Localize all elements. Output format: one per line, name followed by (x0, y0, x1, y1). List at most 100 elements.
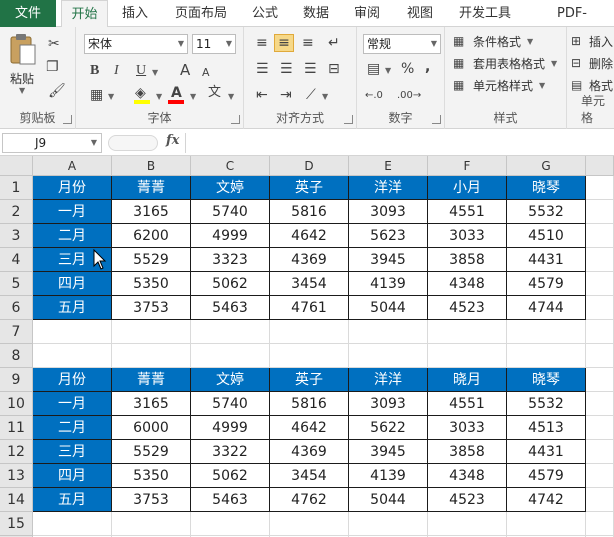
conditional-format-button[interactable]: 条件格式 (473, 33, 521, 50)
table1-value-cell[interactable]: 5350 (112, 272, 191, 296)
column-header-c[interactable]: C (191, 156, 270, 176)
table1-value-cell[interactable]: 6200 (112, 224, 191, 248)
empty-cell[interactable] (191, 512, 270, 536)
empty-cell[interactable] (586, 512, 614, 536)
table1-value-cell[interactable]: 4744 (507, 296, 586, 320)
tab-formulas[interactable]: 公式 (245, 0, 285, 27)
font-launcher-icon[interactable] (231, 115, 240, 124)
table2-month-cell[interactable]: 三月 (33, 440, 112, 464)
align-bottom-icon[interactable]: ≡ (302, 35, 314, 51)
table2-value-cell[interactable]: 5816 (270, 392, 349, 416)
table2-header-cell[interactable]: 晓琴 (507, 368, 586, 392)
table1-value-cell[interactable]: 3165 (112, 200, 191, 224)
empty-cell[interactable] (586, 296, 614, 320)
table1-value-cell[interactable]: 4642 (270, 224, 349, 248)
empty-cell[interactable] (586, 416, 614, 440)
align-center-icon[interactable]: ☰ (280, 61, 293, 77)
empty-cell[interactable] (33, 344, 112, 368)
row-header-14[interactable]: 14 (0, 488, 33, 512)
table1-value-cell[interactable]: 3454 (270, 272, 349, 296)
table2-value-cell[interactable]: 5463 (191, 488, 270, 512)
row-header-11[interactable]: 11 (0, 416, 33, 440)
cell-styles-button[interactable]: 单元格样式 (473, 77, 533, 94)
table1-header-cell[interactable]: 月份 (33, 176, 112, 200)
row-header-7[interactable]: 7 (0, 320, 33, 344)
table2-value-cell[interactable]: 3945 (349, 440, 428, 464)
table1-value-cell[interactable]: 5044 (349, 296, 428, 320)
accounting-icon[interactable]: ▤ (367, 61, 380, 77)
column-header-f[interactable]: F (428, 156, 507, 176)
table2-value-cell[interactable]: 4513 (507, 416, 586, 440)
table1-value-cell[interactable]: 4523 (428, 296, 507, 320)
formula-bar-splitter[interactable] (108, 135, 158, 151)
table2-header-cell[interactable]: 月份 (33, 368, 112, 392)
tab-review[interactable]: 审阅 (347, 0, 387, 27)
align-left-icon[interactable]: ☰ (256, 61, 269, 77)
table1-value-cell[interactable]: 5463 (191, 296, 270, 320)
table1-value-cell[interactable]: 4761 (270, 296, 349, 320)
percent-button[interactable]: % (401, 61, 414, 77)
empty-cell[interactable] (428, 512, 507, 536)
table2-value-cell[interactable]: 5350 (112, 464, 191, 488)
wrap-text-icon[interactable]: ↵ (328, 35, 340, 51)
underline-button[interactable]: U (136, 63, 146, 79)
font-color-button[interactable]: A (168, 85, 186, 105)
table2-value-cell[interactable]: 3033 (428, 416, 507, 440)
table1-value-cell[interactable]: 3858 (428, 248, 507, 272)
row-header-5[interactable]: 5 (0, 272, 33, 296)
number-launcher-icon[interactable] (432, 115, 441, 124)
decrease-indent-icon[interactable]: ⇤ (256, 87, 268, 103)
table2-value-cell[interactable]: 5062 (191, 464, 270, 488)
table1-value-cell[interactable]: 4139 (349, 272, 428, 296)
table1-value-cell[interactable]: 3033 (428, 224, 507, 248)
table2-month-cell[interactable]: 二月 (33, 416, 112, 440)
row-header-3[interactable]: 3 (0, 224, 33, 248)
copy-icon[interactable]: ❐ (46, 59, 59, 75)
empty-cell[interactable] (349, 320, 428, 344)
row-header-9[interactable]: 9 (0, 368, 33, 392)
column-header-b[interactable]: B (112, 156, 191, 176)
phonetic-icon[interactable]: 文 (208, 85, 221, 101)
comma-button[interactable]: , (425, 59, 430, 75)
table2-value-cell[interactable]: 4999 (191, 416, 270, 440)
table2-value-cell[interactable]: 5532 (507, 392, 586, 416)
table1-value-cell[interactable]: 4999 (191, 224, 270, 248)
column-header-a[interactable]: A (33, 156, 112, 176)
row-header-4[interactable]: 4 (0, 248, 33, 272)
merge-center-icon[interactable]: ⊟ (328, 61, 340, 77)
empty-cell[interactable] (586, 464, 614, 488)
table2-value-cell[interactable]: 6000 (112, 416, 191, 440)
empty-cell[interactable] (586, 200, 614, 224)
row-header-8[interactable]: 8 (0, 344, 33, 368)
table2-value-cell[interactable]: 4369 (270, 440, 349, 464)
table1-value-cell[interactable]: 5623 (349, 224, 428, 248)
empty-cell[interactable] (586, 344, 614, 368)
tab-developer[interactable]: 开发工具 (452, 0, 518, 27)
tab-pdf-xchange[interactable]: PDF-XChange (530, 0, 614, 48)
empty-cell[interactable] (586, 392, 614, 416)
row-header-13[interactable]: 13 (0, 464, 33, 488)
align-right-icon[interactable]: ☰ (304, 61, 317, 77)
table2-value-cell[interactable]: 4431 (507, 440, 586, 464)
table1-value-cell[interactable]: 4431 (507, 248, 586, 272)
table1-header-cell[interactable]: 洋洋 (349, 176, 428, 200)
table2-value-cell[interactable]: 5044 (349, 488, 428, 512)
empty-cell[interactable] (33, 320, 112, 344)
column-header-g[interactable]: G (507, 156, 586, 176)
table2-value-cell[interactable]: 3858 (428, 440, 507, 464)
empty-cell[interactable] (586, 440, 614, 464)
empty-cell[interactable] (586, 224, 614, 248)
row-header-12[interactable]: 12 (0, 440, 33, 464)
table2-value-cell[interactable]: 4551 (428, 392, 507, 416)
table1-header-cell[interactable]: 英子 (270, 176, 349, 200)
table2-header-cell[interactable]: 晓月 (428, 368, 507, 392)
table1-value-cell[interactable]: 4551 (428, 200, 507, 224)
table2-value-cell[interactable]: 3165 (112, 392, 191, 416)
formula-input[interactable] (185, 133, 614, 153)
table2-value-cell[interactable]: 5622 (349, 416, 428, 440)
empty-cell[interactable] (507, 320, 586, 344)
column-header-e[interactable]: E (349, 156, 428, 176)
table1-header-cell[interactable]: 小月 (428, 176, 507, 200)
font-size-select[interactable]: 11 ▼ (192, 34, 236, 54)
table1-month-cell[interactable]: 一月 (33, 200, 112, 224)
